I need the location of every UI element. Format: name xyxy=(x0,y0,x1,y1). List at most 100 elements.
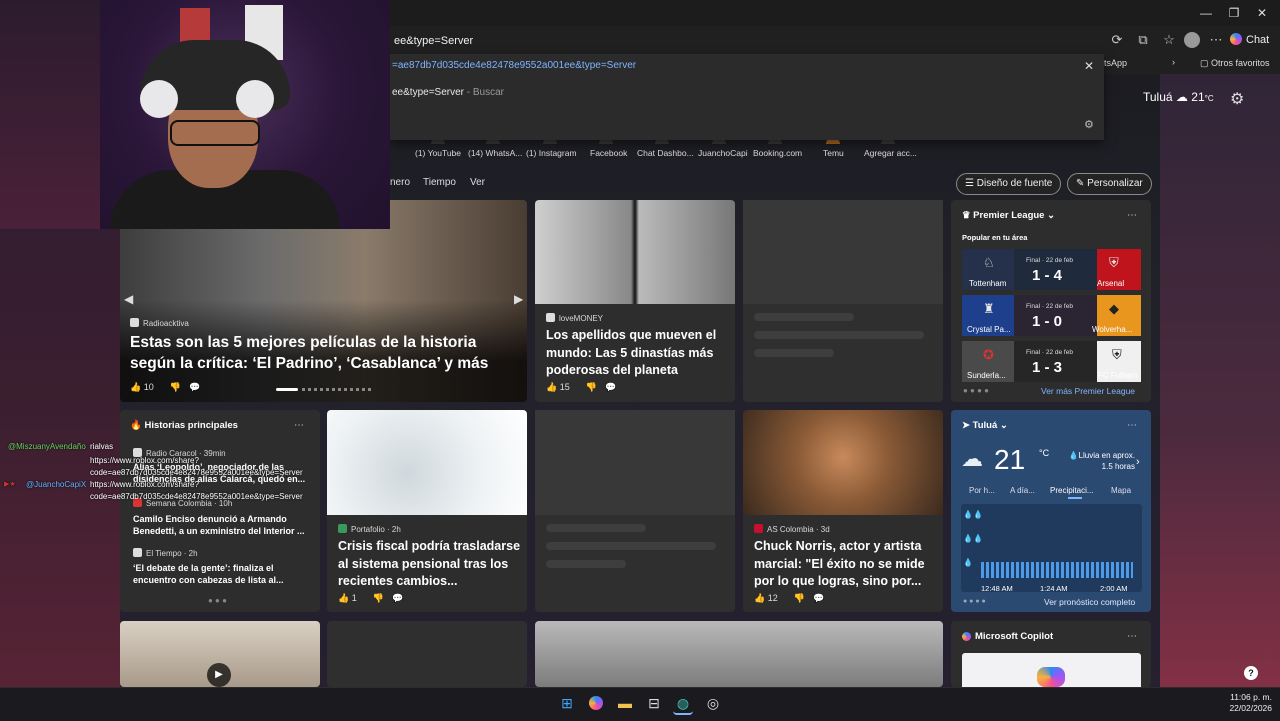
portafolio-card[interactable]: Portafolio · 2h Crisis fiscal podría tra… xyxy=(327,410,527,612)
weather-tabs: Por h... A día... Precipitaci... Mapa xyxy=(958,484,1144,499)
match-row[interactable]: ♜ ◆ Final · 22 de feb 1 - 0 Crystal Pa..… xyxy=(962,295,1141,336)
dislike-icon[interactable]: 👎 xyxy=(586,382,597,392)
tab-map[interactable]: Mapa xyxy=(1111,486,1131,495)
comment-icon[interactable]: 💬 xyxy=(813,593,824,603)
quicklink-add[interactable]: Agregar acc... xyxy=(864,148,917,162)
webcam-shelf xyxy=(0,0,100,229)
like-icon[interactable]: 👍 15 xyxy=(546,382,578,392)
carousel-prev-icon[interactable]: ◀ xyxy=(124,292,133,306)
start-windows-icon[interactable]: ⊞ xyxy=(557,693,577,713)
video-card[interactable]: ▶ xyxy=(120,621,320,687)
carousel-active-dot[interactable] xyxy=(276,388,298,391)
chuck-reactions: 👍 12 👎 💬 xyxy=(754,593,832,604)
copilot-taskbar-icon[interactable] xyxy=(586,693,606,713)
comment-icon[interactable]: 💬 xyxy=(189,382,200,392)
more-options-icon[interactable]: ⋯ xyxy=(294,420,304,431)
favorites-star-icon[interactable]: ☆ xyxy=(1160,31,1178,49)
premier-title[interactable]: ♛ Premier League ⌄ xyxy=(962,210,1055,221)
suggestion-settings-icon[interactable]: ⚙ xyxy=(1084,118,1094,131)
favorites-item-whatsapp[interactable]: tsApp xyxy=(1104,58,1127,68)
quicklink-whatsapp[interactable]: (14) WhatsA... xyxy=(468,148,522,162)
carousel-dots[interactable] xyxy=(302,388,372,391)
loading-line xyxy=(546,524,646,532)
webcam-hat-ear-right xyxy=(236,80,274,118)
tab-daily[interactable]: A día... xyxy=(1010,486,1035,495)
other-favorites[interactable]: ▢ Otros favoritos xyxy=(1200,58,1270,69)
suggestion-search[interactable]: ee&type=Server - Buscar xyxy=(392,87,504,98)
header-weather[interactable]: Tuluá ☁ 21°C xyxy=(1143,90,1214,104)
lovemoney-card[interactable]: loveMONEY Los apellidos que mueven el mu… xyxy=(535,200,735,402)
dislike-icon[interactable]: 👎 xyxy=(373,593,384,603)
more-options-icon[interactable]: ⋯ xyxy=(1127,631,1137,642)
comment-icon[interactable]: 💬 xyxy=(392,593,403,603)
like-icon[interactable]: 👍 10 xyxy=(130,382,162,392)
dislike-icon[interactable]: 👎 xyxy=(170,382,181,392)
nav-item-inicio[interactable]: nero xyxy=(390,177,410,188)
extensions-icon[interactable]: ⧉ xyxy=(1134,31,1152,49)
suggestion-url[interactable]: =ae87db7d035cde4e82478e9552a001ee&type=S… xyxy=(392,60,636,71)
settings-gear-icon[interactable]: ⚙ xyxy=(1230,89,1244,109)
address-bar-input[interactable] xyxy=(392,31,1096,51)
heavy-rain-icon: 💧💧 xyxy=(963,510,983,519)
help-icon[interactable]: ? xyxy=(1244,666,1258,680)
story-title[interactable]: Camilo Enciso denunció a Armando Benedet… xyxy=(133,513,313,537)
top-stories-pagination[interactable]: ● ● ● xyxy=(208,596,227,605)
close-suggestion-icon[interactable]: ✕ xyxy=(1084,59,1094,73)
font-design-button[interactable]: ☰ Diseño de fuente xyxy=(956,173,1062,195)
copilot-chat-button[interactable]: Chat xyxy=(1230,30,1274,50)
quicklink-temu[interactable]: Temu xyxy=(823,148,844,162)
copilot-card[interactable]: Microsoft Copilot ⋯ xyxy=(951,621,1151,687)
tab-precipitation[interactable]: Precipitaci... xyxy=(1050,486,1094,495)
restore-icon[interactable]: ❐ xyxy=(1220,4,1248,22)
streaming-app-icon[interactable]: ◎ xyxy=(703,693,723,713)
taskbar-clock[interactable]: 11:06 p. m. 22/02/2026 xyxy=(1222,692,1272,714)
hero-card[interactable]: ◀ ▶ Radioacktiva Estas son las 5 mejores… xyxy=(120,200,527,402)
quicklink-juanchocapi[interactable]: JuanchoCapi xyxy=(698,148,748,162)
lovemoney-title[interactable]: Los apellidos que mueven el mundo: Las 5… xyxy=(546,327,731,380)
chuck-title[interactable]: Chuck Norris, actor y artista marcial: "… xyxy=(754,538,939,591)
tab-hourly[interactable]: Por h... xyxy=(969,486,995,495)
quicklink-youtube[interactable]: (1) YouTube xyxy=(415,148,461,162)
like-icon[interactable]: 👍 12 xyxy=(754,593,786,603)
premier-pagination-dots[interactable]: ● ● ● ● xyxy=(963,386,989,395)
close-window-icon[interactable]: ✕ xyxy=(1248,4,1276,22)
edge-browser-icon[interactable]: ◍ xyxy=(673,693,693,715)
nav-item-ver[interactable]: Ver xyxy=(470,177,485,188)
personalize-button[interactable]: ✎ Personalizar xyxy=(1067,173,1152,195)
chevron-right-icon[interactable]: › xyxy=(1136,456,1140,468)
story-source: El Tiempo · 2h xyxy=(133,548,198,558)
like-icon[interactable]: 👍 1 xyxy=(338,593,365,603)
minimize-icon[interactable]: — xyxy=(1192,4,1220,22)
chevron-right-icon[interactable]: › xyxy=(1172,57,1175,67)
dislike-icon[interactable]: 👎 xyxy=(794,593,805,603)
chuck-norris-card[interactable]: AS Colombia · 3d Chuck Norris, actor y a… xyxy=(743,410,943,612)
match-row[interactable]: ✪ ⛨ Final · 22 de feb 1 - 3 Sunderla... … xyxy=(962,341,1141,382)
play-icon[interactable]: ▶ xyxy=(207,663,231,687)
weather-pagination[interactable]: ● ● ● ● xyxy=(963,598,986,605)
top-stories-title: 🔥 Historias principales xyxy=(130,420,238,431)
hero-title[interactable]: Estas son las 5 mejores películas de la … xyxy=(130,332,522,374)
more-options-icon[interactable]: ⋯ xyxy=(1207,31,1225,49)
profile-avatar[interactable] xyxy=(1184,32,1200,48)
story-title[interactable]: ‘El debate de la gente’: finaliza el enc… xyxy=(133,562,313,586)
weather-location[interactable]: ➤ Tuluá ⌄ xyxy=(962,420,1008,431)
quicklink-chat-dashboard[interactable]: Chat Dashbo... xyxy=(637,148,694,162)
fire-icon: 🔥 xyxy=(130,420,142,431)
nav-item-tiempo[interactable]: Tiempo xyxy=(423,177,456,188)
store-icon[interactable]: ⊟ xyxy=(644,693,664,713)
news-image-card[interactable] xyxy=(535,621,943,687)
premier-more-link[interactable]: Ver más Premier League xyxy=(1041,386,1135,396)
quicklink-facebook[interactable]: Facebook xyxy=(590,148,627,162)
file-explorer-icon[interactable]: ▬ xyxy=(615,693,635,713)
quicklink-instagram[interactable]: (1) Instagram xyxy=(526,148,577,162)
comment-icon[interactable]: 💬 xyxy=(605,382,616,392)
full-forecast-link[interactable]: Ver pronóstico completo xyxy=(1044,597,1135,607)
more-options-icon[interactable]: ⋯ xyxy=(1127,420,1137,431)
match-row[interactable]: ♘ ⛨ Final · 22 de feb 1 - 4 Tottenham Ar… xyxy=(962,249,1141,290)
refresh-icon[interactable]: ⟳ xyxy=(1108,31,1126,49)
portafolio-title[interactable]: Crisis fiscal podría trasladarse al sist… xyxy=(338,538,523,591)
quicklink-booking[interactable]: Booking.com xyxy=(753,148,802,162)
premier-subtitle: Popular en tu área xyxy=(962,233,1028,242)
more-options-icon[interactable]: ⋯ xyxy=(1127,210,1137,221)
carousel-next-icon[interactable]: ▶ xyxy=(514,292,523,306)
